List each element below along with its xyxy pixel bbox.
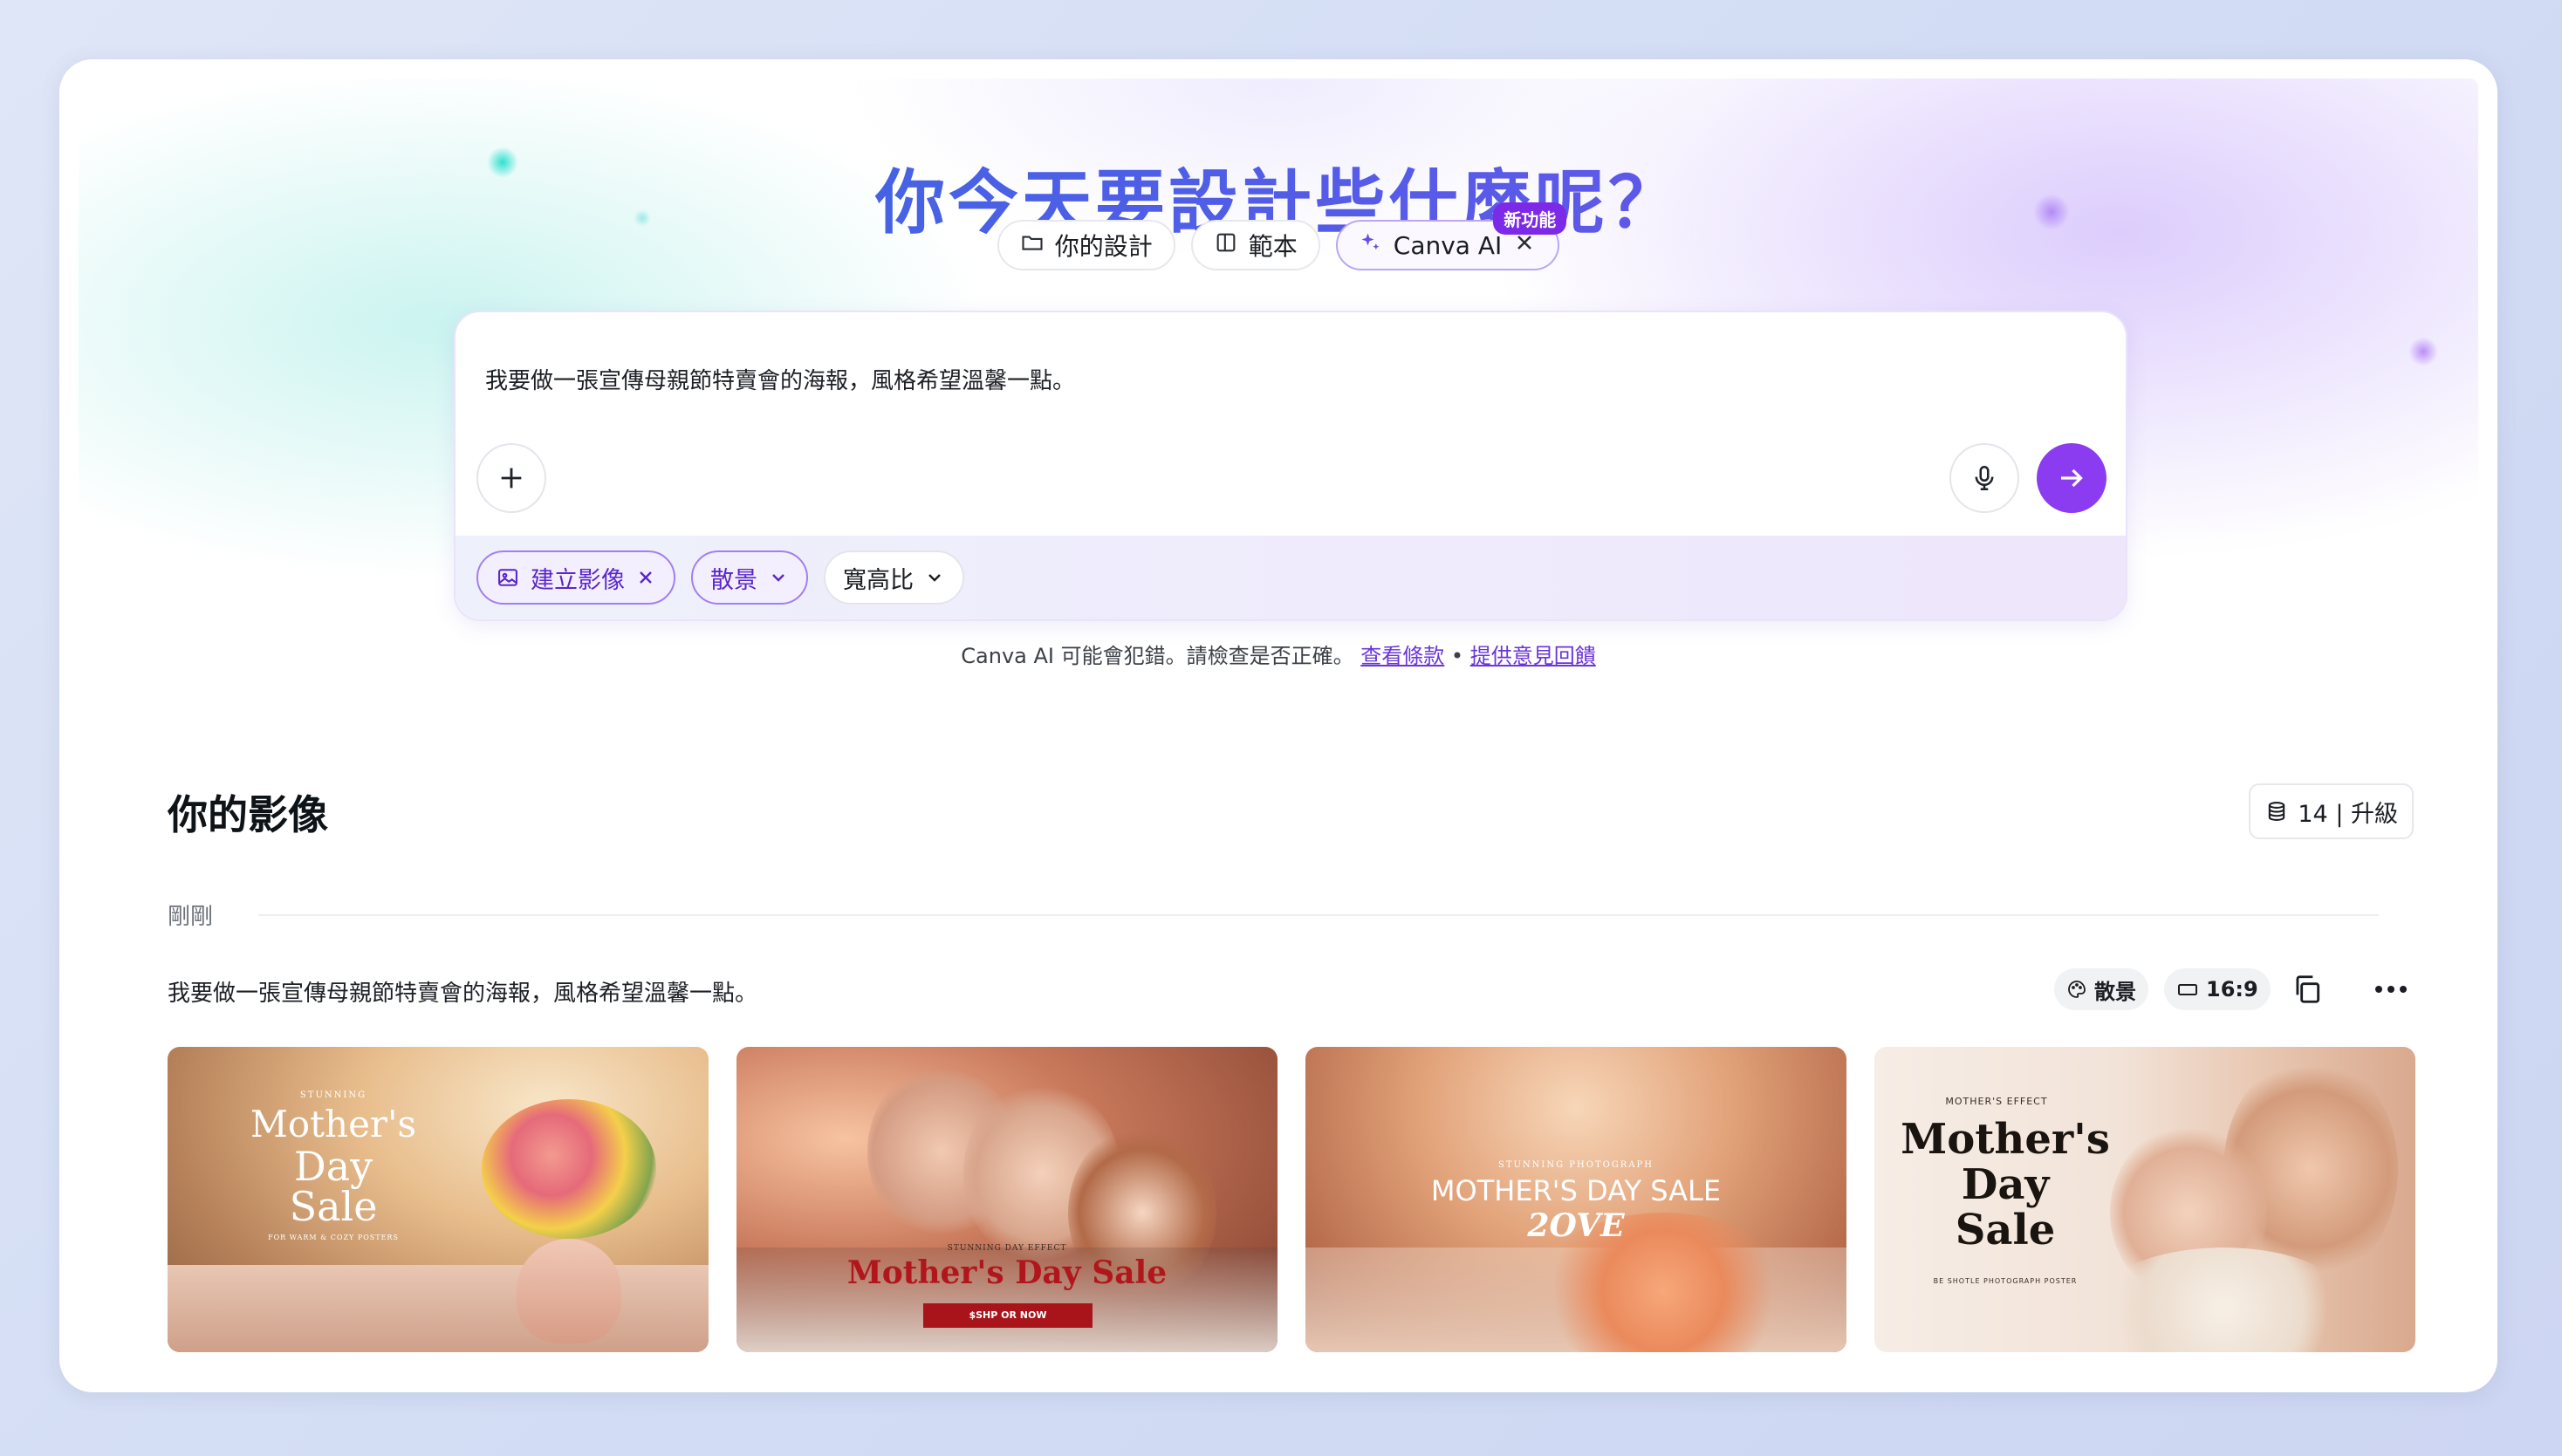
folder-icon bbox=[1020, 230, 1045, 261]
new-feature-badge: 新功能 bbox=[1493, 202, 1567, 235]
thumbnail-small-text: STUNNING bbox=[299, 1090, 367, 1100]
arrow-right-icon bbox=[2061, 468, 2083, 488]
create-image-chip[interactable]: 建立影像 bbox=[476, 550, 675, 605]
style-dropdown[interactable]: 散景 bbox=[691, 550, 808, 605]
thumbnail-small-text: FOR WARM & COZY POSTERS bbox=[268, 1234, 399, 1241]
credits-stack-icon bbox=[2269, 802, 2285, 821]
thumbnail-title-line: Mother's bbox=[1901, 1115, 2110, 1164]
tab-canva-ai[interactable]: Canva AI 新功能 bbox=[1335, 202, 1567, 270]
more-options-button[interactable] bbox=[2370, 968, 2412, 1010]
credits-upgrade-button[interactable]: 14 | 升級 bbox=[2249, 783, 2414, 839]
chip-label: 散景 bbox=[710, 566, 757, 594]
close-icon bbox=[640, 571, 652, 584]
ai-prompt-composer: 我要做一張宣傳母親節特賣會的海報，風格希望溫馨一點。 建立影像 散景 寬高比 bbox=[454, 311, 2127, 621]
credits-label: 14 | 升級 bbox=[2298, 800, 2398, 828]
thumbnail-title-line: Sale bbox=[289, 1183, 378, 1230]
disclaimer-text: Canva AI 可能會犯錯。請檢查是否正確。 bbox=[961, 644, 1354, 668]
generated-image-3[interactable]: STUNNING PHOTOGRAPH MOTHER'S DAY SALE 2O… bbox=[1305, 1047, 1846, 1352]
tab-label: Canva AI bbox=[1393, 230, 1503, 260]
thumbnail-script-text: 2OVE bbox=[1527, 1207, 1625, 1244]
ai-disclaimer: Canva AI 可能會犯錯。請檢查是否正確。 查看條款 • 提供意見回饋 bbox=[59, 639, 2497, 669]
chevron-down-icon bbox=[928, 574, 941, 582]
send-button[interactable] bbox=[2037, 443, 2106, 513]
thumbnail-small-text: STUNNING DAY EFFECT bbox=[947, 1244, 1067, 1253]
thumbnail-title-line: Mother's bbox=[250, 1103, 417, 1145]
thumbnail-small-text: BE SHOTLE PHOTOGRAPH POSTER bbox=[1933, 1277, 2078, 1285]
thumbnail-small-text: STUNNING PHOTOGRAPH bbox=[1497, 1160, 1654, 1170]
feedback-link[interactable]: 提供意見回饋 bbox=[1470, 644, 1596, 668]
thumbnail-cta: $SHP OR NOW bbox=[923, 1303, 1093, 1328]
divider bbox=[258, 914, 2379, 916]
voice-input-button[interactable] bbox=[1949, 443, 2019, 513]
canva-ai-window: 你今天要設計些什麼呢？ 你的設計 範本 Canva AI 新功能 我要做一張宣傳… bbox=[59, 59, 2497, 1392]
template-icon bbox=[1214, 230, 1238, 261]
style-tag: 散景 bbox=[2054, 968, 2148, 1010]
thumbnail-title-line: Day bbox=[1961, 1160, 2050, 1209]
design-source-tabs: 你的設計 範本 Canva AI 新功能 bbox=[59, 202, 2497, 270]
section-title: 你的影像 bbox=[168, 791, 328, 838]
thumbnail-title-line: Mother's Day Sale bbox=[846, 1254, 1168, 1291]
aspect-ratio-label: 16:9 bbox=[2206, 977, 2258, 1001]
generation-prompt: 我要做一張宣傳母親節特賣會的海報，風格希望溫馨一點。 bbox=[168, 981, 758, 1007]
chip-label: 建立影像 bbox=[531, 566, 625, 594]
prompt-input[interactable]: 我要做一張宣傳母親節特賣會的海報，風格希望溫馨一點。 bbox=[485, 363, 1075, 395]
tab-your-designs[interactable]: 你的設計 bbox=[997, 220, 1175, 270]
palette-icon bbox=[2068, 981, 2086, 998]
generated-image-1[interactable]: STUNNING Mother's Day Sale FOR WARM & CO… bbox=[168, 1047, 709, 1352]
separator-dot: • bbox=[1450, 644, 1464, 668]
thumbnail-small-text: MOTHER'S EFFECT bbox=[1945, 1096, 2048, 1107]
aspect-ratio-tag: 16:9 bbox=[2164, 968, 2271, 1010]
copy-icon bbox=[2296, 975, 2320, 1003]
terms-link[interactable]: 查看條款 bbox=[1360, 644, 1444, 668]
plus-icon bbox=[501, 468, 522, 489]
microphone-icon bbox=[1975, 465, 1994, 491]
aspect-ratio-dropdown[interactable]: 寬高比 bbox=[824, 550, 964, 605]
more-horizontal-icon bbox=[2375, 986, 2407, 993]
generated-image-4[interactable]: MOTHER'S EFFECT Mother's Day Sale BE SHO… bbox=[1874, 1047, 2415, 1352]
image-icon bbox=[498, 569, 517, 586]
composer-options-bar: 建立影像 散景 寬高比 bbox=[456, 536, 2126, 619]
style-tag-label: 散景 bbox=[2094, 979, 2136, 1004]
copy-prompt-button[interactable] bbox=[2286, 968, 2328, 1010]
thumbnail-title-line: MOTHER'S DAY SALE bbox=[1430, 1174, 1722, 1207]
sparkle-icon bbox=[1359, 230, 1383, 261]
add-attachment-button[interactable] bbox=[476, 443, 546, 513]
tab-templates[interactable]: 範本 bbox=[1190, 220, 1320, 270]
generated-image-2[interactable]: STUNNING DAY EFFECT Mother's Day Sale $S… bbox=[736, 1047, 1278, 1352]
time-group-label: 剛剛 bbox=[168, 904, 214, 930]
thumbnail-title-line: Sale bbox=[1955, 1206, 2056, 1254]
chevron-down-icon bbox=[772, 574, 784, 582]
aspect-ratio-icon bbox=[2178, 984, 2197, 995]
chip-label: 寬高比 bbox=[843, 566, 914, 594]
tab-label: 你的設計 bbox=[1054, 232, 1153, 261]
tab-label: 範本 bbox=[1248, 232, 1298, 261]
purple-sparkle-small bbox=[2408, 337, 2438, 366]
